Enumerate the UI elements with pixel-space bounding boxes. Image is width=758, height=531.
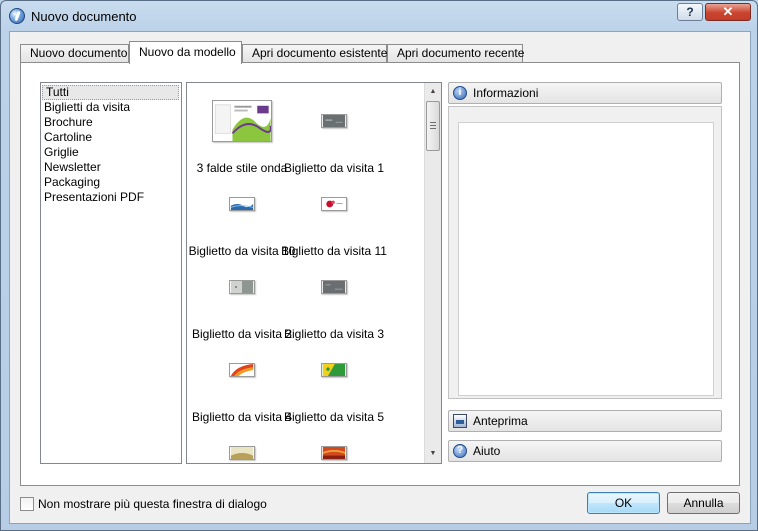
template-label: Biglietto da visita 5 [283,410,385,424]
business-card-thumbnail-icon [229,280,255,294]
tab-apri-documento-esistente[interactable]: Apri documento esistente [242,44,387,63]
question-mark-icon: ? [453,444,467,458]
tab-nuovo-da-modello[interactable]: Nuovo da modello [129,41,242,64]
category-list[interactable]: Tutti Biglietti da visita Brochure Carto… [40,82,182,464]
app-logo-icon [9,8,25,24]
template-item[interactable]: Biglietto da visita 11 [281,174,387,258]
category-item-tutti[interactable]: Tutti [42,85,179,100]
title-bar[interactable]: Nuovo documento ? ✕ [1,1,757,31]
info-panel [448,106,722,399]
category-item-newsletter[interactable]: Newsletter [41,160,181,175]
dialog-body: Nuovo documento Nuovo da modello Apri do… [9,31,751,524]
business-card-thumbnail-icon [321,197,347,211]
template-label: Biglietto da visita 11 [281,244,387,258]
category-item-biglietti-da-visita[interactable]: Biglietti da visita [41,100,181,115]
template-item[interactable]: Biglietto da visita 1 [283,91,385,175]
preview-section-label: Anteprima [473,414,528,428]
template-item[interactable] [283,423,385,463]
business-card-thumbnail-icon [321,280,347,294]
category-item-packaging[interactable]: Packaging [41,175,181,190]
business-card-thumbnail-icon [321,446,347,460]
category-item-cartoline[interactable]: Cartoline [41,130,181,145]
template-item[interactable]: Biglietto da visita 3 [283,257,385,341]
dialog-window: Nuovo documento ? ✕ Nuovo documento Nuov… [0,0,758,531]
template-item[interactable] [191,423,293,463]
category-item-brochure[interactable]: Brochure [41,115,181,130]
brochure-thumbnail-icon [212,100,272,142]
dont-show-again-checkbox[interactable] [20,497,34,511]
template-label: Biglietto da visita 1 [283,161,385,175]
scroll-up-icon[interactable]: ▲ [425,84,441,100]
info-section-label: Informazioni [473,86,539,100]
template-item[interactable]: Biglietto da visita 5 [283,340,385,424]
help-section-button[interactable]: ? Aiuto [448,440,722,462]
help-button[interactable]: ? [677,3,703,21]
scroll-thumb[interactable] [426,101,440,151]
category-item-presentazioni-pdf[interactable]: Presentazioni PDF [41,190,181,205]
help-section-label: Aiuto [473,444,501,458]
template-grid[interactable]: 3 falde stile onda Biglietto da visita 1 [186,82,442,464]
template-scrollbar[interactable]: ▲ ▼ [424,83,441,463]
category-item-griglie[interactable]: Griglie [41,145,181,160]
business-card-thumbnail-icon [229,446,255,460]
preview-icon [453,414,467,428]
info-icon: i [453,86,467,100]
template-label: Biglietto da visita 3 [283,327,385,341]
info-content-area [458,122,714,396]
cancel-button[interactable]: Annulla [667,492,740,514]
ok-button[interactable]: OK [587,492,660,514]
business-card-thumbnail-icon [229,363,255,377]
scroll-down-icon[interactable]: ▼ [425,446,441,462]
preview-section-button[interactable]: Anteprima [448,410,722,432]
info-section-button[interactable]: i Informazioni [448,82,722,104]
tab-nuovo-documento[interactable]: Nuovo documento [20,44,129,63]
business-card-thumbnail-icon [229,197,255,211]
tab-panel-modello: Tutti Biglietti da visita Brochure Carto… [20,62,740,486]
business-card-thumbnail-icon [321,363,347,377]
window-title: Nuovo documento [31,9,137,24]
dont-show-again-label: Non mostrare più questa finestra di dial… [38,497,267,511]
close-button[interactable]: ✕ [705,3,751,21]
business-card-thumbnail-icon [321,114,347,128]
tab-apri-documento-recente[interactable]: Apri documento recente [387,44,524,63]
